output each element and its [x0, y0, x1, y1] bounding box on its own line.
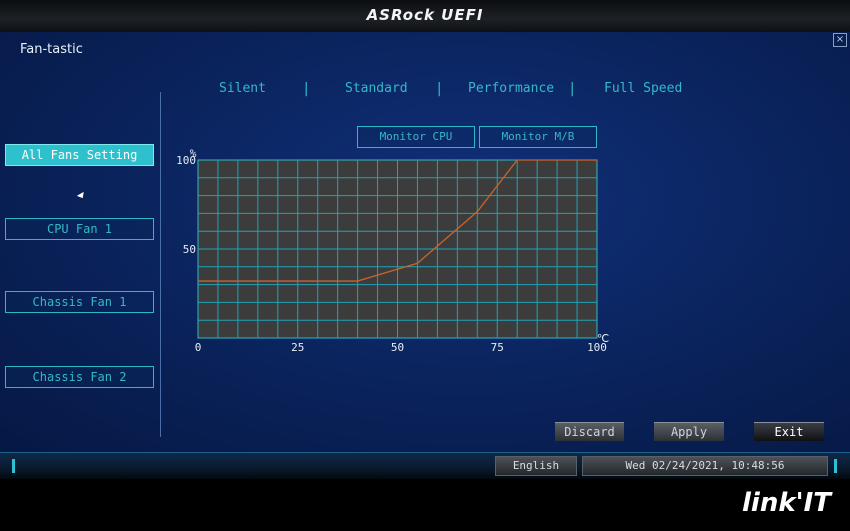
mode-performance-tab[interactable]: Performance	[468, 81, 554, 96]
fan-setting-chassis-fan-2-button[interactable]: Chassis Fan 2	[5, 366, 154, 388]
fan-curve-chart[interactable]: 0 25 50 75 10010050%℃	[175, 140, 625, 355]
x-tick-label: 25	[291, 341, 304, 354]
mode-full-speed-tab[interactable]: Full Speed	[604, 81, 682, 96]
language-selector[interactable]: English	[495, 456, 577, 476]
sidebar-divider	[160, 92, 161, 437]
x-axis-unit-label: ℃	[597, 332, 609, 345]
mode-separator: |	[435, 81, 444, 97]
mode-standard-tab[interactable]: Standard	[345, 81, 408, 96]
status-edge-right	[834, 459, 837, 473]
close-button[interactable]: ×	[833, 33, 847, 47]
fan-setting-all-fans-button[interactable]: All Fans Setting	[5, 144, 154, 166]
mode-silent-tab[interactable]: Silent	[219, 81, 266, 96]
x-tick-label: 0	[195, 341, 202, 354]
apply-button[interactable]: Apply	[654, 422, 724, 441]
x-tick-label: 50	[391, 341, 404, 354]
fan-setting-chassis-fan-1-button[interactable]: Chassis Fan 1	[5, 291, 154, 313]
mode-separator: |	[568, 81, 577, 97]
y-axis-unit-label: %	[190, 147, 197, 160]
mode-separator: |	[302, 81, 311, 97]
exit-button[interactable]: Exit	[754, 422, 824, 441]
y-tick-label: 50	[183, 243, 196, 256]
status-edge-left	[12, 459, 15, 473]
fan-setting-cpu-fan-1-button[interactable]: CPU Fan 1	[5, 218, 154, 240]
date-time-display: Wed 02/24/2021, 10:48:56	[582, 456, 828, 476]
status-bar: English Wed 02/24/2021, 10:48:56	[0, 452, 850, 479]
mouse-cursor-icon	[76, 191, 87, 201]
fan-tastic-panel: Fan-tastic × All Fans Setting CPU Fan 1 …	[0, 32, 850, 452]
discard-button[interactable]: Discard	[555, 422, 624, 441]
brand-logo: ASRock UEFI	[366, 6, 484, 24]
title-bar: ASRock UEFI	[0, 0, 850, 32]
watermark-logo: link'IT	[742, 488, 831, 518]
page-title: Fan-tastic	[20, 42, 83, 57]
x-tick-label: 75	[491, 341, 504, 354]
